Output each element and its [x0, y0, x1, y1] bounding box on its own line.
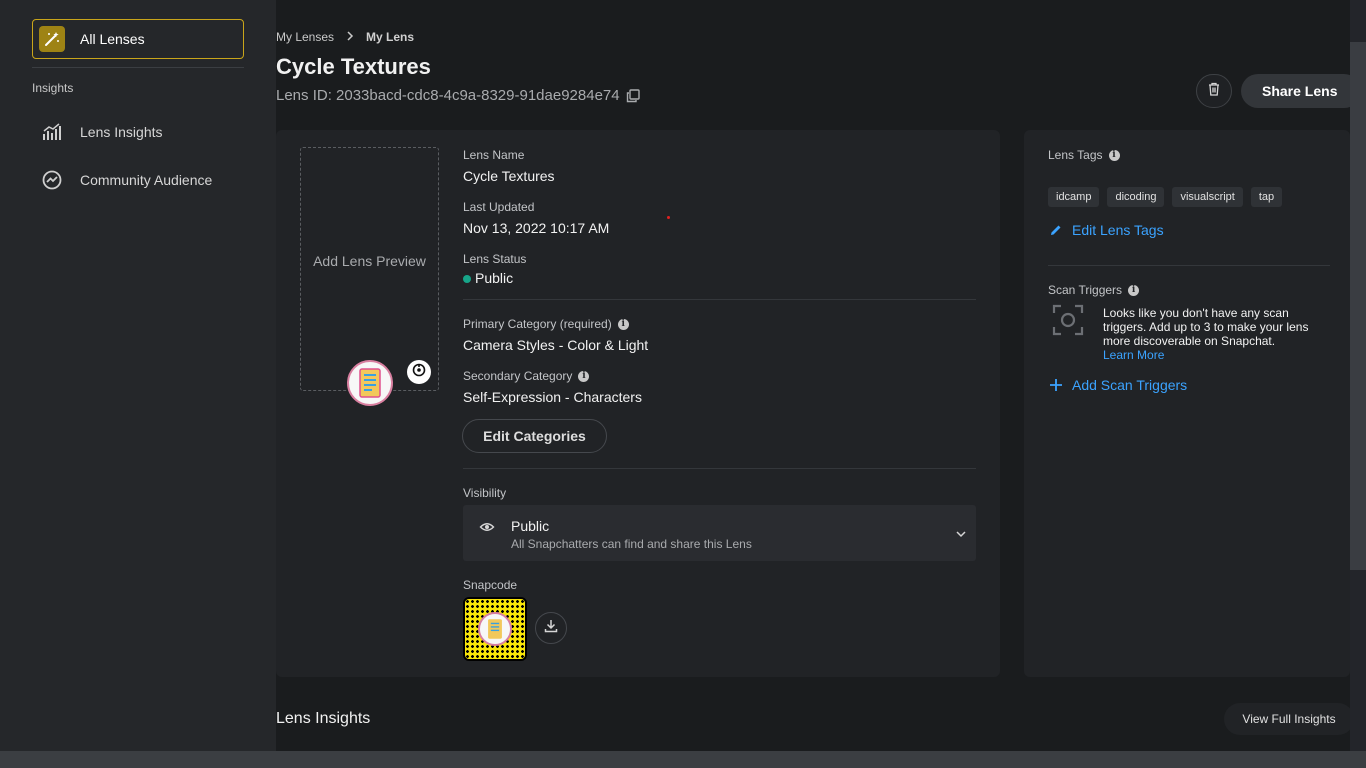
- view-full-insights-button[interactable]: View Full Insights: [1224, 703, 1354, 735]
- breadcrumb-parent-link[interactable]: My Lenses: [276, 30, 334, 44]
- page-title: Cycle Textures: [276, 54, 431, 79]
- info-icon[interactable]: i: [617, 318, 629, 330]
- snapcode-label: Snapcode: [463, 578, 518, 592]
- all-lenses-button[interactable]: All Lenses: [32, 19, 244, 59]
- info-icon[interactable]: i: [1108, 149, 1120, 161]
- insights-heading: Insights: [32, 81, 74, 95]
- scan-triggers-label-text: Scan Triggers: [1048, 283, 1123, 297]
- secondary-category-value: Self-Expression - Characters: [463, 389, 642, 405]
- primary-category-label: Primary Category (required) i: [463, 317, 629, 331]
- lens-status-label: Lens Status: [463, 252, 527, 266]
- chevron-down-icon: [956, 525, 966, 543]
- change-icon-button[interactable]: [407, 360, 431, 384]
- download-snapcode-button[interactable]: [535, 612, 567, 644]
- pencil-icon: [1048, 223, 1064, 237]
- tag-list: idcamp dicoding visualscript tap: [1048, 187, 1283, 207]
- plus-icon: [1048, 378, 1064, 392]
- snapcode-image: [463, 597, 527, 661]
- divider: [463, 299, 976, 300]
- info-icon[interactable]: i: [578, 370, 590, 382]
- lens-status: Public: [463, 270, 513, 286]
- divider: [1048, 265, 1330, 266]
- last-updated-value: Nov 13, 2022 10:17 AM: [463, 220, 610, 236]
- add-scan-triggers-label: Add Scan Triggers: [1072, 377, 1188, 393]
- scan-triggers-label: Scan Triggers i: [1048, 283, 1140, 297]
- visibility-select[interactable]: Public All Snapchatters can find and sha…: [463, 505, 976, 561]
- secondary-category-label-text: Secondary Category: [463, 369, 573, 383]
- add-scan-triggers-link[interactable]: Add Scan Triggers: [1048, 377, 1187, 393]
- primary-category-label-text: Primary Category (required): [463, 317, 612, 331]
- lens-details-card: Add Lens Preview Lens Name Cycle Texture…: [276, 130, 1000, 677]
- trash-icon: [1208, 82, 1220, 101]
- sidebar-item-lens-insights[interactable]: Lens Insights: [40, 120, 163, 144]
- scrollbar-thumb[interactable]: [1350, 42, 1366, 570]
- edit-lens-tags-link[interactable]: Edit Lens Tags: [1048, 222, 1164, 238]
- info-icon[interactable]: i: [1128, 284, 1140, 296]
- lens-tags-label-text: Lens Tags: [1048, 148, 1103, 162]
- edit-lens-tags-label: Edit Lens Tags: [1072, 222, 1164, 238]
- tag: tap: [1250, 187, 1283, 207]
- magic-wand-icon: [39, 26, 65, 52]
- visibility-label: Visibility: [463, 486, 507, 500]
- breadcrumb: My Lenses My Lens: [276, 30, 414, 44]
- sidebar: All Lenses Insights Lens Insights Commun…: [0, 0, 276, 768]
- status-dot-icon: [463, 275, 471, 283]
- camera-icon: [412, 363, 426, 382]
- horizontal-scrollbar[interactable]: [0, 751, 1366, 768]
- lens-id: Lens ID: 2033bacd-cdc8-4c9a-8329-91dae92…: [276, 87, 640, 104]
- divider: [463, 468, 976, 469]
- all-lenses-label: All Lenses: [80, 31, 145, 47]
- add-preview-label: Add Lens Preview: [313, 253, 426, 269]
- tags-triggers-card: Lens Tags i idcamp dicoding visualscript…: [1024, 130, 1350, 677]
- lens-icon: [478, 612, 512, 646]
- last-updated-label: Last Updated: [463, 200, 535, 214]
- bar-chart-icon: [40, 120, 64, 144]
- sidebar-item-label: Community Audience: [80, 172, 213, 188]
- tag: visualscript: [1172, 187, 1243, 207]
- learn-more-link[interactable]: Learn More: [1103, 348, 1164, 362]
- sidebar-divider: [32, 67, 244, 68]
- lens-id-text: Lens ID: 2033bacd-cdc8-4c9a-8329-91dae92…: [276, 87, 620, 104]
- cursor-dot: [667, 216, 670, 219]
- download-icon: [544, 619, 558, 638]
- visibility-description: All Snapchatters can find and share this…: [511, 537, 752, 551]
- scan-triggers-description: Looks like you don't have any scan trigg…: [1103, 306, 1309, 348]
- lens-name-value: Cycle Textures: [463, 168, 555, 184]
- eye-icon: [479, 519, 495, 540]
- secondary-category-label: Secondary Category i: [463, 369, 590, 383]
- breadcrumb-current: My Lens: [366, 30, 415, 44]
- visibility-title: Public: [511, 518, 550, 534]
- edit-categories-button[interactable]: Edit Categories: [462, 419, 607, 453]
- lens-insights-heading: Lens Insights: [276, 710, 371, 727]
- tag: idcamp: [1048, 187, 1100, 207]
- trend-icon: [40, 168, 64, 192]
- lens-status-value: Public: [475, 270, 514, 286]
- vertical-scrollbar[interactable]: [1350, 0, 1366, 751]
- primary-category-value: Camera Styles - Color & Light: [463, 337, 649, 353]
- chevron-right-icon: [346, 30, 354, 44]
- sidebar-item-community-audience[interactable]: Community Audience: [40, 168, 212, 192]
- lens-icon: [347, 360, 393, 406]
- lens-name-label: Lens Name: [463, 148, 525, 162]
- delete-lens-button[interactable]: [1196, 74, 1232, 108]
- scan-icon: [1052, 304, 1084, 341]
- tag: dicoding: [1107, 187, 1165, 207]
- copy-icon[interactable]: [626, 88, 640, 103]
- lens-tags-label: Lens Tags i: [1048, 148, 1120, 162]
- share-lens-button[interactable]: Share Lens: [1241, 74, 1361, 108]
- sidebar-item-label: Lens Insights: [80, 124, 163, 140]
- add-lens-preview[interactable]: Add Lens Preview: [300, 147, 439, 406]
